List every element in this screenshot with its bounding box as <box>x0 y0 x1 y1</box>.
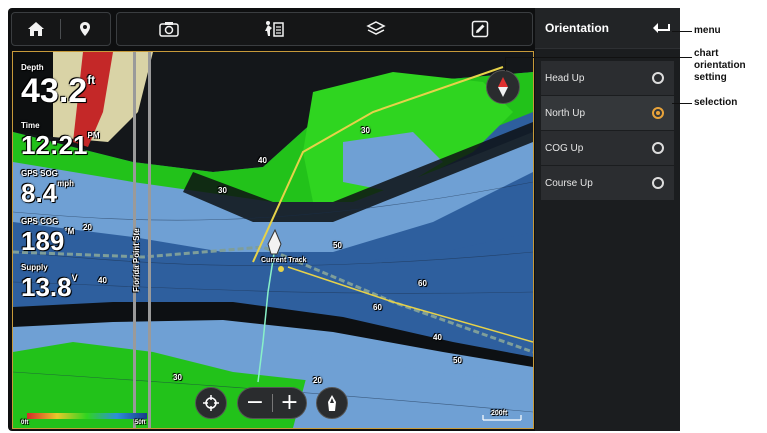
cog-readout: 189°M <box>21 226 75 256</box>
depth-value: 43.2 <box>21 72 88 110</box>
time-value: 12:21 <box>21 130 88 160</box>
contour-label: 30 <box>218 186 227 195</box>
menu-item-north-up[interactable]: North Up <box>541 96 674 130</box>
supply-unit: V <box>71 273 78 283</box>
radio-button[interactable] <box>652 142 664 154</box>
camera-button[interactable] <box>139 13 199 45</box>
man-overboard-button[interactable] <box>243 13 303 45</box>
supply-label: Supply <box>21 263 48 272</box>
nav-button-group <box>11 12 111 46</box>
menu-item-head-up[interactable]: Head Up <box>541 61 674 95</box>
time-ampm: PM <box>87 131 100 140</box>
cog-unit: °M <box>64 227 75 236</box>
contour-label: 50 <box>333 241 342 250</box>
waypoint-icon <box>80 22 90 36</box>
depth-scale-min: 0ft <box>21 420 29 426</box>
chart-view[interactable]: 20 30 40 50 60 40 30 20 40 50 60 30 Curr… <box>12 51 534 429</box>
contour-label: 30 <box>173 373 182 382</box>
tools-button-group <box>116 12 533 46</box>
contour-label: 20 <box>83 223 92 232</box>
sog-label: GPS SOG <box>21 169 58 178</box>
orientation-menu: Orientation Head Up North Up COG Up Cour… <box>535 8 680 431</box>
crosshair-icon <box>203 395 219 411</box>
boat-center-button[interactable] <box>316 387 348 419</box>
cog-label: GPS COG <box>21 217 59 226</box>
scale-bar-label: 200ft <box>491 410 508 417</box>
callout-line-1: chart <box>694 48 719 59</box>
channel-label: Florida Point Ste <box>132 228 141 292</box>
callout-line-selection <box>672 103 692 104</box>
home-button[interactable] <box>12 13 60 45</box>
time-readout: 12:21PM <box>21 130 100 160</box>
back-arrow-icon <box>653 23 670 33</box>
menu-spacer <box>535 49 680 61</box>
callout-line-3: setting <box>694 72 727 83</box>
depth-unit: ft <box>87 73 96 87</box>
cog-value: 189 <box>21 226 65 256</box>
sog-readout: 8.4mph <box>21 178 75 208</box>
callout-menu: menu <box>694 25 721 36</box>
boat-icon <box>328 395 336 411</box>
menu-title: Orientation <box>545 21 610 35</box>
depth-label: Depth <box>21 63 44 72</box>
zoom-in-button[interactable]: + <box>273 389 306 417</box>
depth-scale-max: 50ft <box>135 420 146 426</box>
menu-item-label: Course Up <box>545 177 593 189</box>
callout-line-menu <box>672 31 692 32</box>
current-track-label: Current Track <box>261 257 307 264</box>
edit-button[interactable] <box>450 13 510 45</box>
callout-line-orientation <box>505 57 692 58</box>
home-icon <box>28 22 44 36</box>
sog-value: 8.4 <box>21 178 58 208</box>
chart-map <box>13 52 533 428</box>
zoom-control: − + <box>237 387 307 419</box>
man-overboard-icon <box>264 21 284 37</box>
device-screen: 20 30 40 50 60 40 30 20 40 50 60 30 Curr… <box>8 8 680 431</box>
menu-item-cog-up[interactable]: COG Up <box>541 131 674 165</box>
sog-unit: mph <box>57 179 75 188</box>
compass-icon <box>498 77 508 97</box>
menu-item-course-up[interactable]: Course Up <box>541 166 674 200</box>
layers-icon <box>366 21 387 35</box>
time-label: Time <box>21 121 40 130</box>
callout-selection: selection <box>694 97 738 108</box>
menu-item-label: North Up <box>545 107 586 119</box>
waypoint-button[interactable] <box>61 13 109 45</box>
contour-label: 40 <box>258 156 267 165</box>
camera-icon <box>159 22 179 37</box>
supply-readout: 13.8V <box>21 272 78 302</box>
contour-label: 20 <box>313 376 322 385</box>
zoom-out-button[interactable]: − <box>238 389 272 417</box>
menu-item-label: Head Up <box>545 72 585 84</box>
radio-button[interactable] <box>652 177 664 189</box>
top-toolbar <box>8 8 533 48</box>
menu-item-label: COG Up <box>545 142 584 154</box>
layers-button[interactable] <box>346 13 406 45</box>
depth-readout: 43.2ft <box>21 74 95 108</box>
callout-line-2: orientation <box>694 60 746 71</box>
callout-chart-orientation: chart orientation setting <box>694 48 746 84</box>
center-cursor-button[interactable] <box>195 387 227 419</box>
contour-label: 60 <box>418 279 427 288</box>
radio-button[interactable] <box>652 72 664 84</box>
contour-label: 40 <box>433 333 442 342</box>
menu-header: Orientation <box>535 8 680 49</box>
supply-value: 13.8 <box>21 272 72 302</box>
compass-button[interactable] <box>486 70 520 104</box>
callout-line-orientation-drop <box>505 57 506 71</box>
contour-label: 60 <box>373 303 382 312</box>
back-button[interactable] <box>652 22 670 34</box>
contour-label: 50 <box>453 356 462 365</box>
radio-button-selected[interactable] <box>652 107 664 119</box>
contour-label: 40 <box>98 276 107 285</box>
edit-icon <box>471 20 489 38</box>
contour-label: 30 <box>361 126 370 135</box>
